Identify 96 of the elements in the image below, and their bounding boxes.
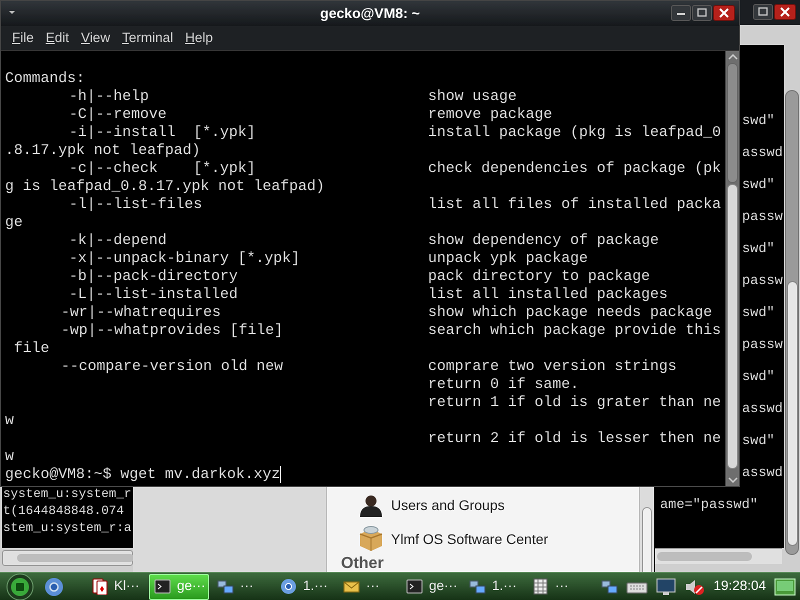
close-button[interactable] <box>713 5 735 21</box>
taskbar-button[interactable]: Kl··· <box>86 574 146 600</box>
option-text: -wr|--whatrequires <box>61 305 221 321</box>
section-heading: Other <box>341 556 385 572</box>
terminal-line: swd" <box>742 369 775 387</box>
terminal-line: w <box>5 412 14 430</box>
close-button[interactable] <box>774 4 796 20</box>
playing-card-icon <box>91 578 108 595</box>
computers-icon <box>469 578 486 595</box>
option-text: --compare-version old new <box>61 359 283 375</box>
taskbar-button[interactable]: ge··· <box>401 574 461 600</box>
menu-item[interactable]: View <box>81 28 110 48</box>
description-text: pack directory to package <box>428 268 650 286</box>
launcher-item[interactable]: Ylmf OS Software Center <box>359 522 639 556</box>
option-text: -L|--list-installed <box>69 287 238 303</box>
terminal-line: ame="passwd" <box>660 497 758 515</box>
launcher-item[interactable]: Users and Groups <box>359 489 639 522</box>
terminal-line: asswd <box>742 401 783 419</box>
minimize-button[interactable] <box>671 5 691 21</box>
desktop-icon[interactable] <box>774 576 796 596</box>
description-text: show dependency of package <box>428 232 659 250</box>
option-text: -wp|--whatprovides [file] <box>61 323 283 339</box>
menu-item[interactable]: Terminal <box>122 28 174 48</box>
description-text: comprare two version strings <box>428 358 677 376</box>
globe-icon <box>280 578 297 595</box>
description-text: remove package <box>428 106 552 124</box>
terminal-line: ge <box>5 214 23 232</box>
computers-icon <box>217 578 234 595</box>
description-text: search which package provide this <box>428 322 722 340</box>
taskbar-button[interactable]: 1.··· <box>464 574 524 600</box>
horizontal-scrollbar[interactable] <box>2 550 133 566</box>
terminal-line: t(1644848848.074 <box>2 503 125 520</box>
terminal-line: passw <box>742 209 783 227</box>
terminal-icon <box>154 578 171 595</box>
menu-item[interactable]: Help <box>185 28 213 48</box>
grid-icon <box>532 578 549 595</box>
option-text: -i|--install [*.ypk] <box>69 125 256 141</box>
vertical-scrollbar[interactable] <box>639 487 654 572</box>
taskbar-button[interactable]: ··· <box>527 574 587 600</box>
taskbar-button[interactable]: ··· <box>212 574 272 600</box>
person-icon <box>359 494 383 517</box>
terminal-line: swd" <box>742 305 775 323</box>
terminal-line: swd" <box>742 177 775 195</box>
option-text: -C|--remove <box>69 107 167 123</box>
terminal-line: asswd <box>742 465 783 483</box>
caret-icon[interactable] <box>8 10 16 15</box>
menu-item[interactable]: Edit <box>46 28 70 48</box>
terminal-line: system_u:system_r <box>2 486 132 503</box>
menu-item[interactable]: File <box>12 28 34 48</box>
description-text: unpack ypk package <box>428 250 588 268</box>
option-text: -x|--unpack-binary [*.ypk] <box>69 251 300 267</box>
vertical-scrollbar[interactable] <box>725 51 739 486</box>
option-text: -c|--check [*.ypk] <box>69 161 256 177</box>
text-cursor <box>280 466 282 483</box>
start-button[interactable] <box>4 572 36 600</box>
taskbar-button[interactable]: 1.··· <box>275 574 335 600</box>
description-text: list all installed packages <box>428 286 668 304</box>
description-text: return 2 if old is lesser then ne <box>428 430 722 448</box>
scrollbar-thumb[interactable] <box>727 184 738 469</box>
description-text: return 1 if old is grater than ne <box>428 394 722 412</box>
description-text: return 0 if same. <box>428 376 579 394</box>
terminal-line: .8.17.ypk not leafpad) <box>5 142 200 160</box>
globe-icon[interactable] <box>44 576 64 596</box>
description-text: show which package needs package <box>428 304 712 322</box>
option-text: -k|--depend <box>69 233 167 249</box>
terminal-line: w <box>5 448 14 466</box>
box-icon <box>359 526 383 552</box>
terminal-line: asswd <box>742 145 783 163</box>
clock[interactable]: 19:28:04 <box>713 576 766 597</box>
terminal-line: passw <box>742 337 783 355</box>
option-text: -l|--list-files <box>69 197 202 213</box>
horizontal-scrollbar[interactable] <box>655 548 782 564</box>
muted-speaker-icon[interactable] <box>684 577 706 596</box>
description-text: install package (pkg is leafpad_0 <box>428 124 722 142</box>
terminal-line: swd" <box>742 241 775 259</box>
vertical-scrollbar[interactable] <box>785 90 799 555</box>
terminal-line: stem_u:system_r:a <box>2 520 132 537</box>
network-icon[interactable] <box>601 578 618 595</box>
terminal-line: g is leafpad_0.8.17.ypk not leafpad) <box>5 178 325 196</box>
terminal-line: passw <box>742 273 783 291</box>
terminal-line: file <box>12 340 50 358</box>
option-text: -h|--help <box>69 89 149 105</box>
maximize-button[interactable] <box>753 4 773 20</box>
taskbar-button[interactable]: ··· <box>338 574 398 600</box>
terminal-line: swd" <box>742 433 775 451</box>
terminal-line: swd" <box>742 113 775 131</box>
description-text: show usage <box>428 88 517 106</box>
option-text: -b|--pack-directory <box>69 269 238 285</box>
terminal-icon <box>406 578 423 595</box>
monitor-icon[interactable] <box>656 577 676 596</box>
terminal-line: Commands: <box>5 70 85 88</box>
description-text: check dependencies of package (pk <box>428 160 722 178</box>
window-title: gecko@VM8: ~ <box>320 4 420 23</box>
command-prompt: gecko@VM8:~$ wget mv.darkok.xyz <box>5 466 280 484</box>
description-text: list all files of installed packa <box>428 196 722 214</box>
maximize-button[interactable] <box>692 5 712 21</box>
